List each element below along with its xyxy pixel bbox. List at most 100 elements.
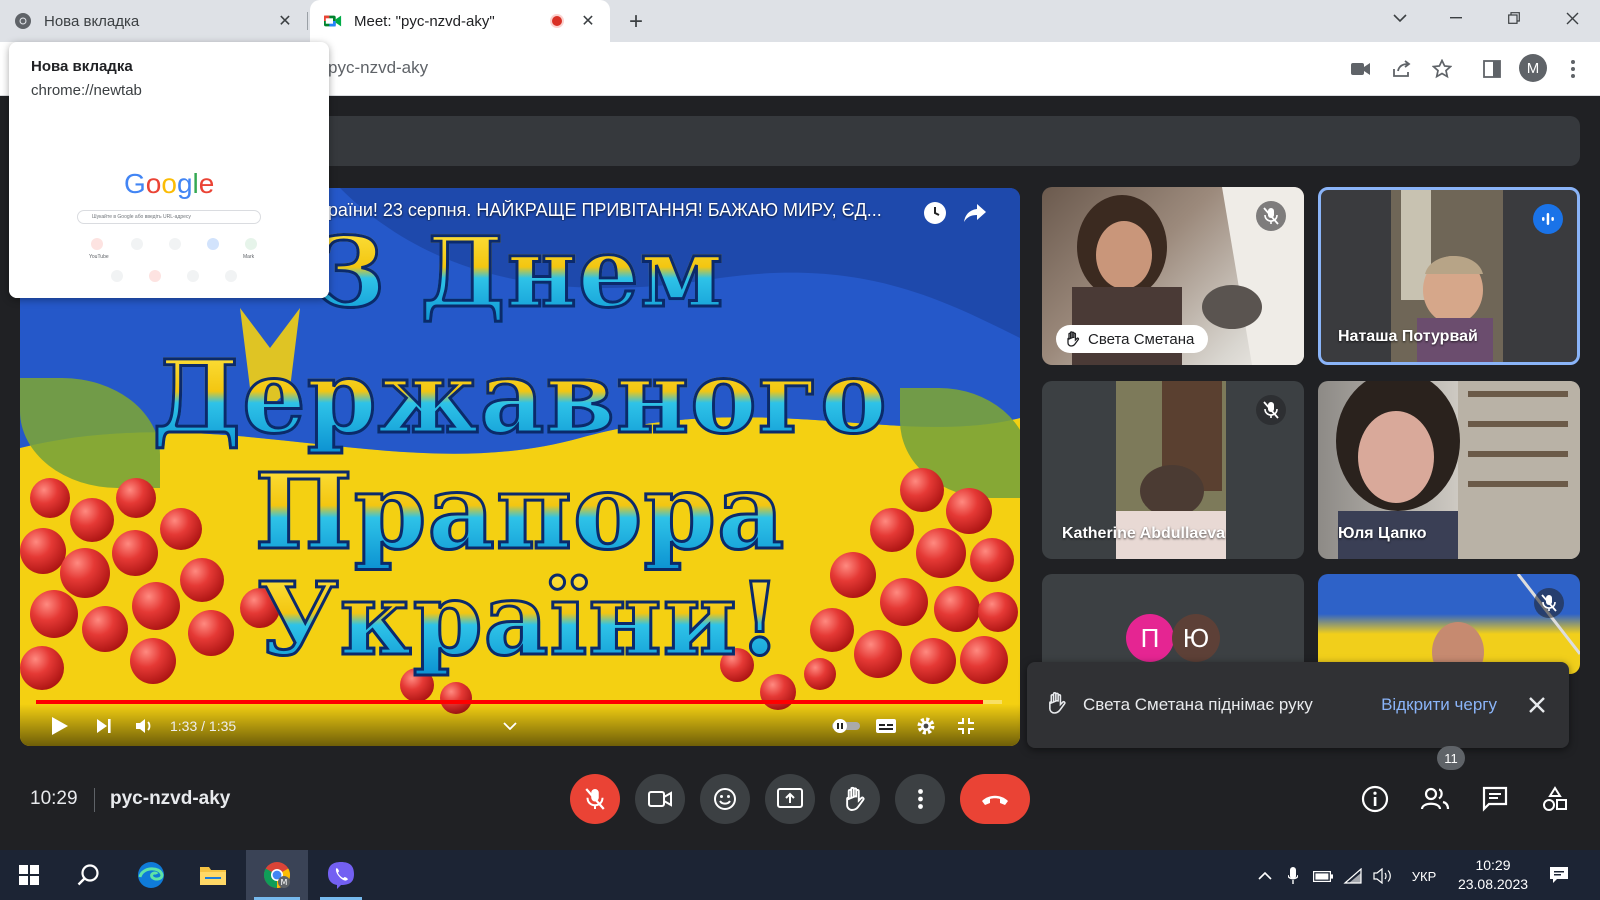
- new-tab-button[interactable]: +: [622, 8, 650, 36]
- notifications-icon[interactable]: [1548, 864, 1570, 886]
- profile-avatar[interactable]: M: [1519, 54, 1547, 82]
- tray-microphone-icon[interactable]: [1282, 865, 1304, 887]
- divider: [94, 788, 95, 812]
- chrome-icon: M: [263, 862, 291, 889]
- shortcut-icon: [149, 270, 161, 282]
- shortcut-label: Mark: [243, 254, 255, 260]
- tab-new-tab[interactable]: Нова вкладка ✕: [0, 0, 307, 42]
- tray-chevron-up-icon[interactable]: [1254, 865, 1276, 887]
- chrome-app[interactable]: M: [246, 850, 308, 900]
- video-controls: 1:33 / 1:35: [20, 704, 1020, 746]
- volume-icon[interactable]: [1372, 865, 1394, 887]
- tab-meet[interactable]: Meet: "pyc-nzvd-aky" ✕: [310, 0, 610, 42]
- greeting-line-3: Прапора: [20, 449, 1020, 575]
- more-menu-icon[interactable]: [1558, 54, 1588, 84]
- hover-card-url: chrome://newtab: [31, 82, 142, 99]
- taskbar-clock[interactable]: 10:29 23.08.2023: [1448, 856, 1538, 894]
- share-icon[interactable]: [1387, 54, 1417, 84]
- tab-search-icon[interactable]: [1372, 0, 1428, 36]
- camera-in-use-icon[interactable]: [1346, 54, 1376, 84]
- next-icon[interactable]: [90, 712, 118, 740]
- people-icon[interactable]: [1418, 782, 1452, 816]
- search-button[interactable]: [60, 850, 118, 900]
- restore-icon[interactable]: [1486, 0, 1542, 36]
- present-icon: [777, 788, 803, 808]
- participant-tile[interactable]: Света Сметана: [1042, 187, 1304, 365]
- mic-off-icon: [585, 788, 605, 810]
- input-language[interactable]: УКР: [1404, 865, 1444, 887]
- hover-card-title: Нова вкладка: [31, 58, 133, 75]
- side-panel-icon[interactable]: [1477, 54, 1507, 84]
- tab-divider: [307, 12, 308, 30]
- participant-tile[interactable]: Юля Цапко: [1318, 381, 1580, 559]
- microphone-toggle-button[interactable]: [570, 774, 620, 824]
- volume-icon[interactable]: [130, 712, 158, 740]
- activities-icon[interactable]: [1538, 782, 1572, 816]
- address-bar[interactable]: pyc-nzvd-aky: [300, 49, 1300, 87]
- raise-hand-button[interactable]: [830, 774, 880, 824]
- windows-logo-icon: [19, 865, 39, 885]
- video-title[interactable]: країни! 23 серпня. НАЙКРАЩЕ ПРИВІТАННЯ! …: [320, 200, 960, 221]
- participant-tile[interactable]: Katherine Abdullaeva: [1042, 381, 1304, 559]
- exit-fullscreen-icon[interactable]: [952, 712, 980, 740]
- open-queue-link[interactable]: Відкрити чергу: [1381, 695, 1497, 715]
- viber-icon: [328, 862, 354, 889]
- raise-hand-toast: Света Сметана піднімає руку Відкрити чер…: [1027, 662, 1569, 748]
- participant-tile-group[interactable]: П Ю: [1042, 574, 1304, 674]
- participant-count-badge: 11: [1437, 746, 1465, 770]
- taskbar-time: 10:29: [1475, 857, 1511, 873]
- speaking-indicator-icon: [1533, 204, 1563, 234]
- autoplay-toggle[interactable]: [832, 712, 860, 740]
- minimize-icon[interactable]: [1428, 0, 1484, 36]
- more-options-button[interactable]: [895, 774, 945, 824]
- meeting-details-icon[interactable]: [1358, 782, 1392, 816]
- edge-app[interactable]: [122, 850, 180, 900]
- close-tab-icon[interactable]: ✕: [578, 11, 598, 31]
- meeting-clock: 10:29: [30, 788, 78, 809]
- chrome-icon: [14, 12, 32, 30]
- raised-hand-icon: [1066, 331, 1080, 347]
- camera-toggle-button[interactable]: [635, 774, 685, 824]
- google-search-preview: Шукайте в Google або введіть URL-адресу: [77, 210, 261, 224]
- tab-title: Meet: "pyc-nzvd-aky": [354, 12, 495, 30]
- bookmark-star-icon[interactable]: [1427, 54, 1457, 84]
- edge-icon: [138, 862, 164, 888]
- participant-name-pill: Света Сметана: [1056, 325, 1209, 353]
- shortcut-label: YouTube: [89, 254, 109, 260]
- video-time: 1:33 / 1:35: [170, 718, 237, 734]
- hang-up-icon: [982, 795, 1008, 805]
- toast-message: Света Сметана піднімає руку: [1083, 695, 1313, 714]
- battery-icon[interactable]: [1312, 865, 1334, 887]
- camera-icon: [648, 791, 672, 807]
- leave-call-button[interactable]: [960, 774, 1030, 824]
- start-button[interactable]: [0, 850, 58, 900]
- search-icon: [77, 864, 99, 886]
- participant-tile[interactable]: [1318, 574, 1580, 674]
- shortcut-icon: [207, 238, 219, 250]
- mic-off-icon: [1534, 588, 1564, 618]
- chat-icon[interactable]: [1478, 782, 1512, 816]
- file-explorer-app[interactable]: [184, 850, 242, 900]
- present-screen-button[interactable]: [765, 774, 815, 824]
- wifi-icon[interactable]: [1342, 865, 1364, 887]
- chevron-down-icon[interactable]: [496, 712, 524, 740]
- viber-app[interactable]: [312, 850, 370, 900]
- reactions-button[interactable]: [700, 774, 750, 824]
- participant-tile-active-speaker[interactable]: Наташа Потурвай: [1318, 187, 1580, 365]
- participant-name: Света Сметана: [1088, 330, 1195, 348]
- close-window-icon[interactable]: [1544, 0, 1600, 36]
- participant-initial-avatar: Ю: [1172, 614, 1220, 662]
- watch-later-icon[interactable]: [922, 200, 948, 226]
- settings-gear-icon[interactable]: [912, 712, 940, 740]
- greeting-line-4: України!: [20, 559, 1020, 680]
- hand-icon: [846, 786, 865, 811]
- tab-title: Нова вкладка: [44, 12, 140, 30]
- close-tab-icon[interactable]: ✕: [275, 11, 295, 31]
- recording-icon: [550, 14, 564, 28]
- play-icon[interactable]: [46, 712, 74, 740]
- close-icon[interactable]: [1525, 693, 1549, 717]
- shortcut-icon: [91, 238, 103, 250]
- subtitles-icon[interactable]: [872, 712, 900, 740]
- google-logo: Google: [124, 168, 215, 199]
- share-arrow-icon[interactable]: [962, 200, 988, 226]
